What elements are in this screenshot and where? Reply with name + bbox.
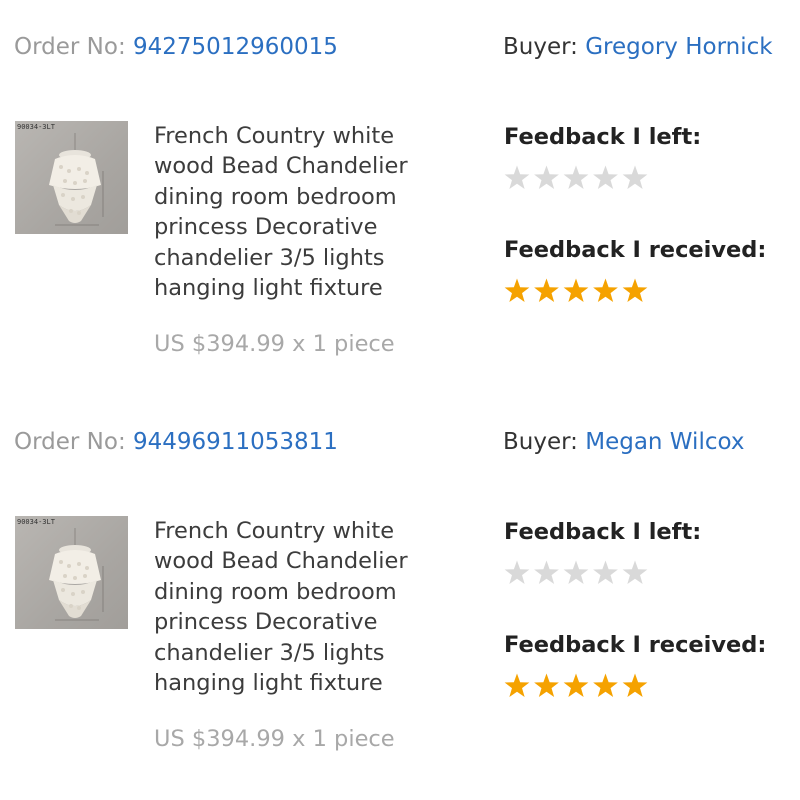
order-card: Order No: 94496911053811 Buyer: Megan Wi… — [0, 395, 800, 790]
product-title-link[interactable]: French Country white wood Bead Chandelie… — [154, 516, 444, 698]
star-filled-icon — [593, 673, 618, 698]
feedback-received-rating — [504, 277, 649, 305]
product-thumbnail[interactable]: 90034-3LT — [15, 121, 128, 234]
star-empty-icon[interactable] — [593, 560, 618, 585]
feedback-left-label: Feedback I left: — [504, 519, 702, 545]
order-number-link[interactable]: 94496911053811 — [133, 429, 338, 455]
order-number-label: Order No: — [14, 34, 126, 60]
thumbnail-code: 90034-3LT — [17, 518, 55, 526]
star-filled-icon — [622, 673, 648, 698]
order-price: US $394.99 x 1 piece — [154, 726, 395, 752]
buyer-row: Buyer: Gregory Hornick — [503, 34, 773, 60]
feedback-left-rating[interactable] — [504, 164, 649, 192]
star-filled-icon — [593, 278, 618, 303]
buyer-name-link[interactable]: Gregory Hornick — [585, 34, 772, 60]
order-price: US $394.99 x 1 piece — [154, 331, 395, 357]
product-title-link[interactable]: French Country white wood Bead Chandelie… — [154, 121, 444, 303]
star-empty-icon[interactable] — [534, 165, 559, 190]
star-filled-icon — [563, 278, 589, 303]
order-number-row: Order No: 94275012960015 — [14, 34, 338, 60]
star-filled-icon — [504, 673, 530, 698]
buyer-row: Buyer: Megan Wilcox — [503, 429, 744, 455]
buyer-label: Buyer: — [503, 429, 578, 455]
star-filled-icon — [622, 278, 648, 303]
order-card: Order No: 94275012960015 Buyer: Gregory … — [0, 0, 800, 395]
buyer-label: Buyer: — [503, 34, 578, 60]
product-thumbnail[interactable]: 90034-3LT — [15, 516, 128, 629]
star-empty-icon[interactable] — [563, 165, 589, 190]
feedback-left-label: Feedback I left: — [504, 124, 702, 150]
star-filled-icon — [534, 278, 559, 303]
feedback-received-label: Feedback I received: — [504, 632, 767, 658]
feedback-left-rating[interactable] — [504, 559, 649, 587]
chandelier-image — [49, 133, 104, 226]
chandelier-image — [49, 528, 104, 621]
star-empty-icon[interactable] — [593, 165, 618, 190]
feedback-received-rating — [504, 672, 649, 700]
star-filled-icon — [504, 278, 530, 303]
star-empty-icon[interactable] — [534, 560, 559, 585]
buyer-name-link[interactable]: Megan Wilcox — [585, 429, 744, 455]
star-empty-icon[interactable] — [622, 165, 648, 190]
star-empty-icon[interactable] — [504, 560, 530, 585]
thumbnail-code: 90034-3LT — [17, 123, 55, 131]
star-empty-icon[interactable] — [504, 165, 530, 190]
star-filled-icon — [534, 673, 559, 698]
star-empty-icon[interactable] — [563, 560, 589, 585]
order-number-row: Order No: 94496911053811 — [14, 429, 338, 455]
feedback-received-label: Feedback I received: — [504, 237, 767, 263]
star-filled-icon — [563, 673, 589, 698]
order-number-link[interactable]: 94275012960015 — [133, 34, 338, 60]
order-number-label: Order No: — [14, 429, 126, 455]
star-empty-icon[interactable] — [622, 560, 648, 585]
